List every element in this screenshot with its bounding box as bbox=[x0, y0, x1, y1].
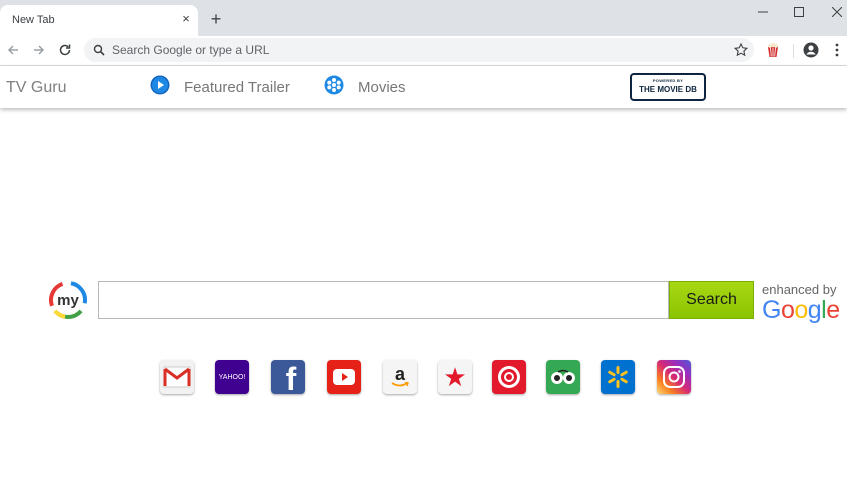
amazon-smile-icon bbox=[391, 382, 409, 387]
google-logo: Google bbox=[762, 296, 840, 325]
profile-avatar-icon[interactable] bbox=[801, 40, 821, 60]
tab-new-tab[interactable]: New Tab × bbox=[0, 5, 198, 36]
back-arrow-icon[interactable] bbox=[3, 40, 23, 60]
reload-icon[interactable] bbox=[55, 40, 75, 60]
facebook-icon: f bbox=[285, 361, 297, 394]
the-movie-db-logo[interactable]: POWERED BY THE MOVIE DB bbox=[630, 73, 706, 101]
maximize-icon[interactable] bbox=[784, 3, 814, 21]
movies-label: Movies bbox=[358, 78, 406, 96]
macys-star-icon: ★ bbox=[443, 362, 467, 392]
forward-arrow-icon[interactable] bbox=[29, 40, 49, 60]
yahoo-link[interactable]: YAHOO! bbox=[215, 360, 249, 394]
popcorn-extension-icon[interactable] bbox=[763, 40, 783, 60]
film-reel-icon bbox=[324, 75, 344, 100]
bookmark-star-icon[interactable] bbox=[732, 41, 750, 59]
tmdb-name: THE MOVIE DB bbox=[639, 85, 697, 94]
more-menu-icon[interactable] bbox=[827, 40, 847, 60]
target-link[interactable] bbox=[492, 360, 526, 394]
instagram-link[interactable] bbox=[657, 360, 691, 394]
tab-title: New Tab bbox=[12, 14, 55, 26]
tab-close-icon[interactable]: × bbox=[178, 11, 194, 27]
new-tab-button[interactable]: + bbox=[206, 9, 226, 29]
amazon-icon: a bbox=[394, 364, 405, 384]
google-letter: e bbox=[826, 296, 840, 324]
walmart-link[interactable] bbox=[601, 360, 635, 394]
google-letter: o bbox=[794, 296, 808, 324]
gmail-icon bbox=[163, 366, 191, 388]
brand-name: TV Guru bbox=[6, 79, 67, 96]
google-letter: g bbox=[807, 296, 822, 324]
browser-toolbar: Search Google or type a URL bbox=[0, 36, 847, 66]
tmdb-powered-by: POWERED BY bbox=[652, 78, 684, 83]
close-window-icon[interactable] bbox=[822, 3, 847, 21]
minimize-icon[interactable] bbox=[748, 3, 778, 21]
omnibox-placeholder: Search Google or type a URL bbox=[112, 43, 270, 57]
instagram-icon bbox=[663, 366, 685, 388]
google-letter: G bbox=[762, 296, 781, 324]
my-logo-text: my bbox=[57, 292, 79, 309]
tripadvisor-link[interactable] bbox=[546, 360, 580, 394]
youtube-link[interactable] bbox=[327, 360, 361, 394]
search-input[interactable] bbox=[98, 281, 669, 319]
toolbar-divider bbox=[793, 44, 794, 58]
omnibox[interactable]: Search Google or type a URL bbox=[84, 38, 754, 62]
walmart-spark-icon bbox=[608, 366, 628, 388]
play-icon bbox=[150, 75, 170, 100]
yahoo-icon: YAHOO! bbox=[218, 373, 246, 381]
featured-trailer-label: Featured Trailer bbox=[184, 78, 290, 96]
featured-trailer-link[interactable]: Featured Trailer bbox=[150, 75, 290, 100]
search-button[interactable]: Search bbox=[669, 281, 754, 319]
my-logo: my bbox=[48, 280, 88, 320]
amazon-link[interactable]: a bbox=[383, 360, 417, 394]
extension-header-bar: TV Guru Featured Trailer Movies POWERED … bbox=[0, 66, 847, 108]
facebook-link[interactable]: f bbox=[271, 360, 305, 394]
tripadvisor-owl-icon bbox=[551, 369, 575, 384]
enhanced-by-label: enhanced by bbox=[762, 282, 837, 297]
gmail-link[interactable] bbox=[160, 360, 194, 394]
movies-link[interactable]: Movies bbox=[324, 75, 406, 100]
target-icon bbox=[498, 366, 520, 388]
youtube-icon bbox=[333, 369, 355, 385]
google-letter: o bbox=[780, 296, 795, 324]
search-icon bbox=[93, 43, 105, 61]
macys-link[interactable]: ★ bbox=[438, 360, 472, 394]
tab-strip: New Tab × + bbox=[0, 0, 847, 36]
